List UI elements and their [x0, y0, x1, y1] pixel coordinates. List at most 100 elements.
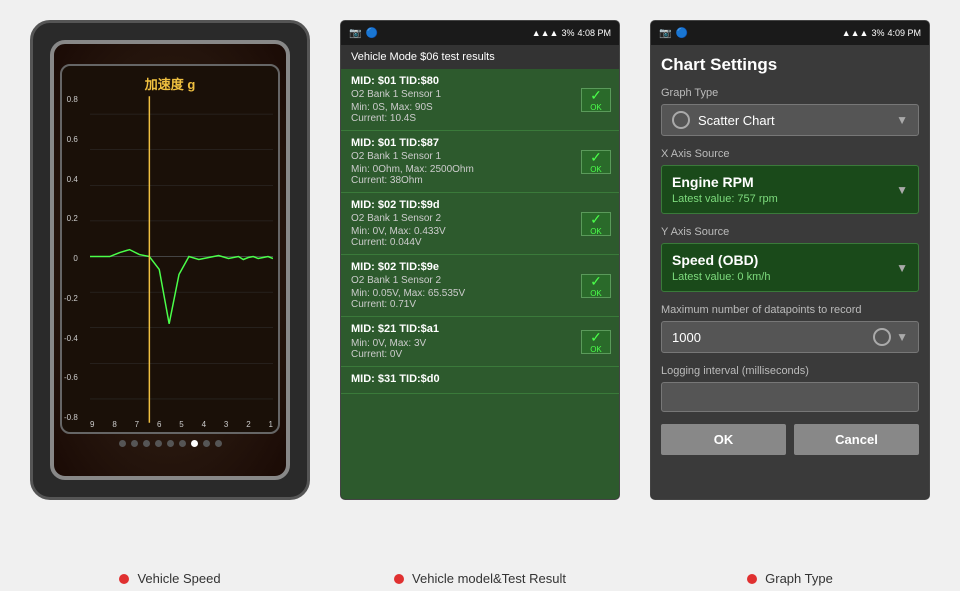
ok-badge-3: ✓ OK	[581, 212, 611, 236]
test-item-2-sub: O2 Bank 1 Sensor 1	[351, 151, 609, 162]
screen2-status-bar: 📷 🔵 ▲▲▲ 3% 4:08 PM	[341, 21, 619, 45]
graph-type-radio	[672, 111, 690, 129]
y-axis-source-content: Speed (OBD) Latest value: 0 km/h	[672, 252, 896, 283]
y-label-6: -0.4	[64, 335, 78, 343]
screen3-signal-icon: ▲▲▲	[842, 28, 869, 38]
test-item-1-sub: O2 Bank 1 Sensor 1	[351, 89, 609, 100]
battery-text: 3%	[561, 28, 574, 38]
dot-9	[215, 440, 222, 447]
graph-type-label: Graph Type	[661, 87, 919, 99]
caption-3: Graph Type	[650, 571, 930, 586]
test-item-1-values: Min: 0S, Max: 90SCurrent: 10.4S	[351, 102, 609, 124]
signal-icon: ▲▲▲	[532, 28, 559, 38]
status-bar-left: 📷 🔵	[349, 28, 378, 39]
max-datapoints-label: Maximum number of datapoints to record	[661, 304, 919, 316]
test-item-6-header: MID: $31 TID:$d0	[351, 373, 609, 385]
chart-svg	[90, 94, 273, 425]
ok-check-1: ✓	[590, 87, 602, 103]
test-item-2-values: Min: 0Ohm, Max: 2500OhmCurrent: 38Ohm	[351, 164, 609, 186]
gauge-inner: 加速度 g 0.8 0.6 0.4 0.2 0 -0.2 -0.4 -0.6 -…	[60, 64, 280, 434]
x-label-7: 7	[135, 420, 139, 429]
y-label-7: -0.6	[64, 374, 78, 382]
ok-badge-2: ✓ OK	[581, 150, 611, 174]
screen3-phone: 📷 🔵 ▲▲▲ 3% 4:09 PM Chart Settings Graph …	[650, 20, 930, 500]
test-item-4-values: Min: 0.05V, Max: 65.535VCurrent: 0.71V	[351, 288, 609, 310]
cancel-button[interactable]: Cancel	[794, 424, 919, 455]
screen3-status-bar: 📷 🔵 ▲▲▲ 3% 4:09 PM	[651, 21, 929, 45]
y-label-3: 0.2	[67, 215, 78, 223]
y-axis-source-box[interactable]: Speed (OBD) Latest value: 0 km/h ▼	[661, 243, 919, 292]
screen2-title: Vehicle Mode $06 test results	[351, 51, 495, 63]
status-icon-2: 🔵	[365, 28, 377, 39]
x-label-6: 6	[157, 420, 161, 429]
screen2-phone: 📷 🔵 ▲▲▲ 3% 4:08 PM Vehicle Mode $06 test…	[340, 20, 620, 500]
ok-button[interactable]: OK	[661, 424, 786, 455]
graph-type-arrow-icon: ▼	[896, 113, 908, 127]
ok-text-2: OK	[590, 165, 602, 174]
chart-title: 加速度 g	[145, 74, 196, 93]
x-axis-labels: 9 8 7 6 5 4 3 2 1	[90, 420, 273, 429]
test-item-1: MID: $01 TID:$80 O2 Bank 1 Sensor 1 Min:…	[341, 69, 619, 131]
max-datapoints-input[interactable]: 1000 ▼	[661, 321, 919, 353]
test-item-3-sub: O2 Bank 1 Sensor 2	[351, 213, 609, 224]
dot-indicators	[119, 440, 222, 447]
max-datapoints-arrow-icon: ▼	[896, 330, 908, 344]
settings-buttons: OK Cancel	[661, 424, 919, 455]
logging-interval-input[interactable]	[661, 382, 919, 412]
screen3-status-bar-right: ▲▲▲ 3% 4:09 PM	[842, 28, 921, 38]
y-axis-arrow-icon: ▼	[896, 261, 908, 275]
screen1-phone: 加速度 g 0.8 0.6 0.4 0.2 0 -0.2 -0.4 -0.6 -…	[30, 20, 310, 500]
x-label-2: 2	[246, 420, 250, 429]
caption-text-3: Graph Type	[765, 571, 833, 586]
ok-text-4: OK	[590, 289, 602, 298]
graph-type-dropdown[interactable]: Scatter Chart ▼	[661, 104, 919, 136]
captions-row: Vehicle Speed Vehicle model&Test Result …	[0, 561, 960, 591]
x-label-5: 5	[179, 420, 183, 429]
x-axis-label: X Axis Source	[661, 148, 919, 160]
screen3-status-icon-2: 🔵	[675, 28, 687, 39]
y-axis-source-value: Latest value: 0 km/h	[672, 271, 896, 283]
screen2-title-bar: Vehicle Mode $06 test results	[341, 45, 619, 69]
ok-check-3: ✓	[590, 211, 602, 227]
ok-badge-1: ✓ OK	[581, 88, 611, 112]
dot-8	[203, 440, 210, 447]
screen3-battery-text: 3%	[871, 28, 884, 38]
test-item-3: MID: $02 TID:$9d O2 Bank 1 Sensor 2 Min:…	[341, 193, 619, 255]
screen2-wrapper: 📷 🔵 ▲▲▲ 3% 4:08 PM Vehicle Mode $06 test…	[340, 20, 620, 561]
ok-check-5: ✓	[590, 329, 602, 345]
ok-badge-4: ✓ OK	[581, 274, 611, 298]
caption-text-2: Vehicle model&Test Result	[412, 571, 566, 586]
dot-7	[191, 440, 198, 447]
ok-check-2: ✓	[590, 149, 602, 165]
test-results-list[interactable]: MID: $01 TID:$80 O2 Bank 1 Sensor 1 Min:…	[341, 69, 619, 499]
screen3-status-icon-1: 📷	[659, 28, 671, 39]
ok-check-4: ✓	[590, 273, 602, 289]
test-item-3-header: MID: $02 TID:$9d	[351, 199, 609, 211]
x-axis-source-box[interactable]: Engine RPM Latest value: 757 rpm ▼	[661, 165, 919, 214]
test-item-6: MID: $31 TID:$d0	[341, 367, 619, 394]
chart-settings-content: Chart Settings Graph Type Scatter Chart …	[651, 45, 929, 499]
x-label-4: 4	[202, 420, 206, 429]
dot-5	[167, 440, 174, 447]
test-item-2-header: MID: $01 TID:$87	[351, 137, 609, 149]
y-axis-label: Y Axis Source	[661, 226, 919, 238]
y-label-4: 0	[73, 255, 77, 263]
dot-3	[143, 440, 150, 447]
screen3-time-text: 4:09 PM	[887, 28, 921, 38]
test-item-2: MID: $01 TID:$87 O2 Bank 1 Sensor 1 Min:…	[341, 131, 619, 193]
x-axis-source-name: Engine RPM	[672, 174, 896, 190]
caption-dot-2	[394, 574, 404, 584]
x-axis-source-content: Engine RPM Latest value: 757 rpm	[672, 174, 896, 205]
ok-text-1: OK	[590, 103, 602, 112]
test-item-4: MID: $02 TID:$9e O2 Bank 1 Sensor 2 Min:…	[341, 255, 619, 317]
y-label-1: 0.6	[67, 136, 78, 144]
caption-text-1: Vehicle Speed	[137, 571, 220, 586]
test-item-1-header: MID: $01 TID:$80	[351, 75, 609, 87]
gauge-container: 加速度 g 0.8 0.6 0.4 0.2 0 -0.2 -0.4 -0.6 -…	[50, 40, 290, 480]
y-label-0: 0.8	[67, 96, 78, 104]
y-axis-source-name: Speed (OBD)	[672, 252, 896, 268]
status-bar-right: ▲▲▲ 3% 4:08 PM	[532, 28, 611, 38]
logging-interval-label: Logging interval (milliseconds)	[661, 365, 919, 377]
caption-1: Vehicle Speed	[30, 571, 310, 586]
x-label-3: 3	[224, 420, 228, 429]
